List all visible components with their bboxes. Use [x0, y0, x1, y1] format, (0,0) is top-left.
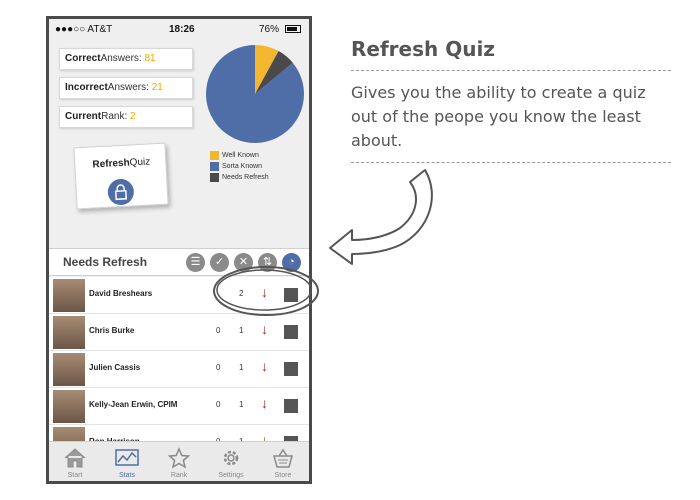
- legend-swatch: [210, 173, 219, 182]
- needs-refresh-toolbar: Needs Refresh ☰ ✓ ✕ ⇅ ◔: [49, 248, 309, 276]
- close-icon[interactable]: ✕: [234, 253, 253, 272]
- battery-percent: 76%: [259, 24, 280, 35]
- tab-store[interactable]: Store: [257, 442, 309, 481]
- battery-icon: [285, 25, 301, 33]
- refresh-quiz-button[interactable]: RefreshQuiz: [73, 142, 169, 210]
- legend-well-known: Well Known: [210, 151, 269, 162]
- legend-swatch: [210, 162, 219, 171]
- rank-value: 2: [130, 111, 136, 122]
- legend-sorta-known: Sorta Known: [210, 162, 269, 173]
- chart-icon: [115, 449, 139, 466]
- refresh-quiz-title-rest: Quiz: [129, 156, 151, 169]
- count-second: 1: [239, 400, 244, 409]
- callout-arrow: [329, 169, 433, 265]
- lock-icon: [107, 178, 135, 206]
- incorrect-label: Answers:: [107, 82, 152, 93]
- pie-chart-icon[interactable]: ◔: [282, 253, 301, 272]
- tab-label: Stats: [119, 472, 135, 479]
- tab-settings[interactable]: Settings: [205, 442, 257, 481]
- tab-label: Start: [67, 472, 83, 479]
- correct-answers-card: CorrectAnswers: 81: [59, 48, 193, 70]
- avatar: [53, 390, 85, 423]
- tab-label: Store: [274, 472, 292, 479]
- tab-label: Rank: [170, 472, 188, 479]
- count-second: 1: [239, 363, 244, 372]
- home-icon: [64, 448, 86, 468]
- count-second: 1: [239, 326, 244, 335]
- phone-screen: ●●●○○ AT&T 18:26 76% CorrectAnswers: 81 …: [46, 16, 312, 484]
- current-rank-card: CurrentRank: 2: [59, 106, 193, 128]
- panel-title: Refresh Quiz: [351, 37, 495, 61]
- avatar: [53, 279, 85, 312]
- pie-legend: Well Known Sorta Known Needs Refresh: [210, 151, 269, 184]
- rank-label: Rank:: [101, 111, 131, 122]
- incorrect-label-bold: Incorrect: [65, 82, 108, 93]
- refresh-quiz-title: RefreshQuiz: [75, 156, 167, 172]
- person-name: Kelly-Jean Erwin, CPIM: [89, 400, 178, 409]
- count-first: 0: [216, 400, 221, 409]
- list-item[interactable]: Chris Burke 0 1 ↓: [49, 314, 309, 351]
- refresh-quiz-title-bold: Refresh: [92, 157, 130, 171]
- star-icon: [167, 447, 191, 469]
- correct-value: 81: [144, 53, 156, 64]
- people-list: David Breshears 2 ↓ Chris Burke 0 1 ↓ Ju…: [49, 277, 309, 453]
- correct-label-bold: Correct: [65, 53, 101, 64]
- avatar: [53, 316, 85, 349]
- status-bar: ●●●○○ AT&T 18:26 76%: [49, 19, 309, 41]
- check-icon[interactable]: ✓: [210, 253, 229, 272]
- count-first: 0: [216, 326, 221, 335]
- list-item[interactable]: Kelly-Jean Erwin, CPIM 0 1 ↓: [49, 388, 309, 425]
- arrow-down-icon[interactable]: ↓: [261, 321, 268, 337]
- divider: [351, 162, 671, 163]
- tab-start[interactable]: Start: [49, 442, 101, 481]
- checkbox[interactable]: [284, 362, 298, 376]
- legend-swatch: [210, 151, 219, 160]
- incorrect-answers-card: IncorrectAnswers: 21: [59, 77, 193, 99]
- avatar: [53, 353, 85, 386]
- person-name: Julien Cassis: [89, 363, 141, 372]
- checkbox[interactable]: [284, 288, 298, 302]
- tab-label: Settings: [218, 472, 244, 479]
- arrow-down-icon[interactable]: ↓: [261, 284, 268, 300]
- sort-icon[interactable]: ⇅: [258, 253, 277, 272]
- tab-rank[interactable]: Rank: [153, 442, 205, 481]
- list-item[interactable]: David Breshears 2 ↓: [49, 277, 309, 314]
- incorrect-value: 21: [151, 82, 163, 93]
- basket-icon: [273, 448, 293, 468]
- checkbox[interactable]: [284, 399, 298, 413]
- needs-refresh-title: Needs Refresh: [63, 255, 148, 269]
- lock-icon-glyph: [115, 184, 127, 201]
- clock: 18:26: [169, 24, 195, 35]
- legend-label: Needs Refresh: [222, 174, 269, 181]
- checkbox[interactable]: [284, 325, 298, 339]
- correct-label: Answers:: [100, 53, 145, 64]
- arrow-down-icon[interactable]: ↓: [261, 358, 268, 374]
- count-first: 0: [216, 363, 221, 372]
- list-item[interactable]: Julien Cassis 0 1 ↓: [49, 351, 309, 388]
- legend-needs-refresh: Needs Refresh: [210, 173, 269, 184]
- arrow-down-icon[interactable]: ↓: [261, 395, 268, 411]
- count-second: 2: [239, 289, 244, 298]
- rank-label-bold: Current: [65, 111, 102, 122]
- list-icon[interactable]: ☰: [186, 253, 205, 272]
- gear-icon: [223, 450, 239, 466]
- knowledge-pie-chart: [205, 45, 304, 143]
- carrier-label: ●●●○○ AT&T: [55, 24, 113, 35]
- tab-bar: Start Stats Rank Settings Store: [49, 441, 309, 481]
- person-name: David Breshears: [89, 289, 153, 298]
- panel-description: Gives you the ability to create a quiz o…: [351, 83, 646, 150]
- legend-label: Well Known: [222, 152, 259, 159]
- legend-label: Sorta Known: [222, 163, 263, 170]
- tab-stats[interactable]: Stats: [101, 442, 153, 481]
- person-name: Chris Burke: [89, 326, 135, 335]
- divider: [351, 70, 671, 71]
